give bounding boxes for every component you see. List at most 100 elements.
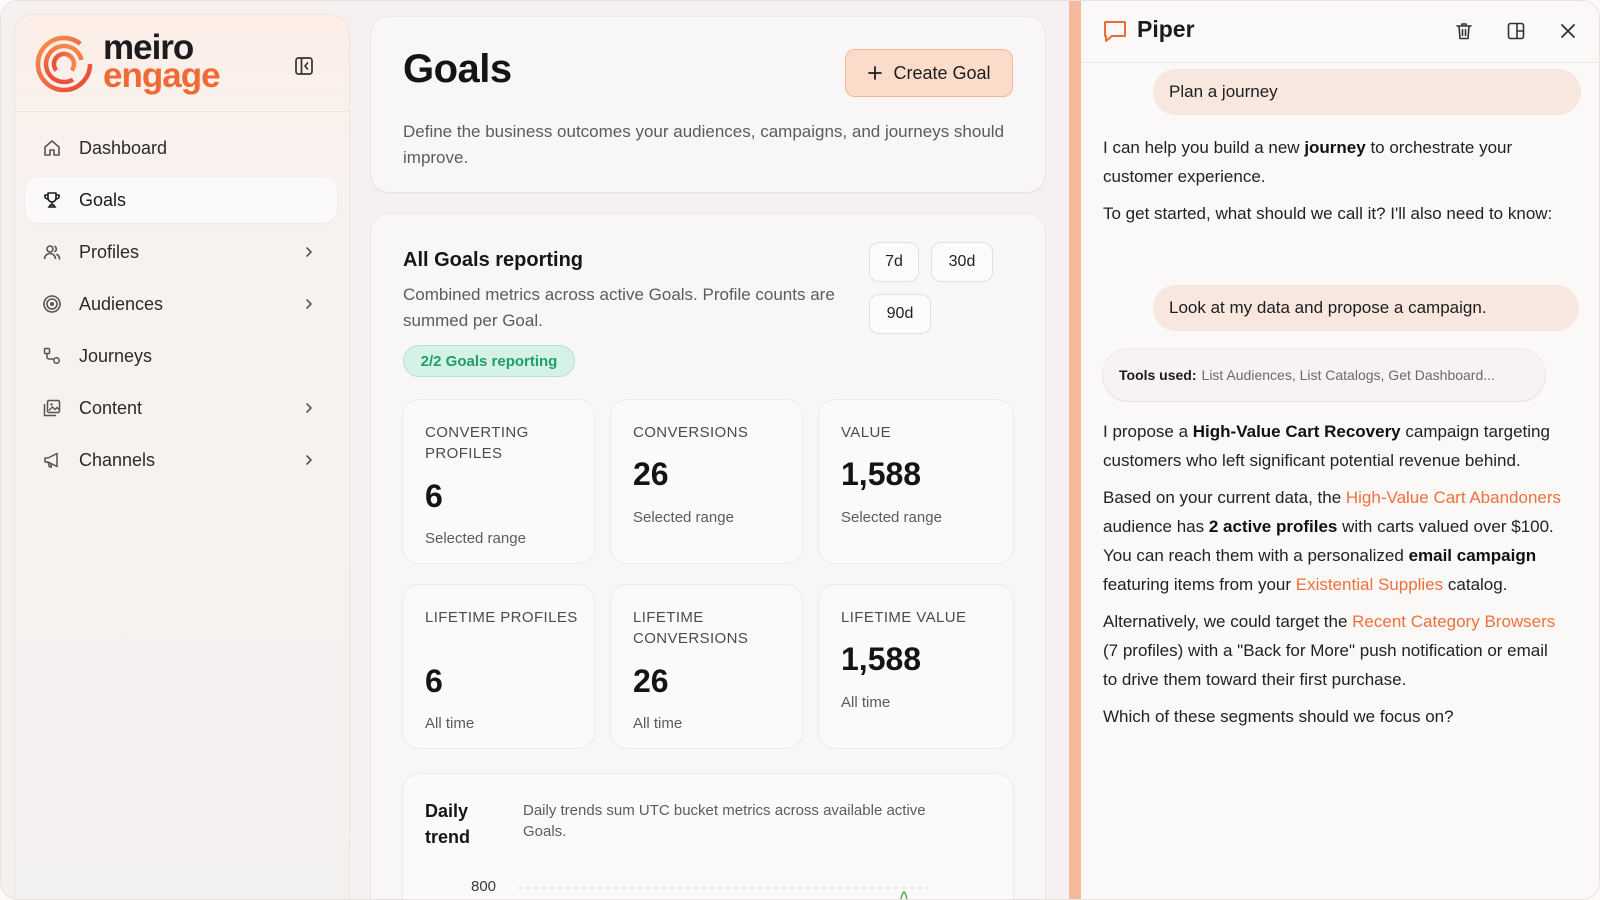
metric-subtitle: All time	[841, 694, 891, 711]
metric-conversions: CONVERSIONS 26 Selected range	[611, 400, 802, 563]
chevron-right-icon	[299, 242, 319, 262]
piper-title: Piper	[1137, 16, 1195, 42]
metric-label: LIFETIME CONVERSIONS	[633, 609, 749, 647]
create-goal-label: Create Goal	[893, 62, 991, 83]
trend-title: Daily trend	[425, 801, 470, 847]
panel-layout-icon	[1507, 22, 1525, 40]
target-icon	[41, 293, 63, 315]
user-message: Plan a journey	[1153, 69, 1581, 115]
sidebar-nav: Dashboard Goals Profiles Audiences Journ…	[25, 125, 337, 489]
sidebar-item-journeys[interactable]: Journeys	[25, 333, 337, 379]
sidebar: meiro engage Dashboard Goals Profiles Au…	[15, 15, 349, 899]
dock-panel-button[interactable]	[1503, 18, 1529, 44]
metric-label: LIFETIME PROFILES	[425, 609, 578, 626]
page-title: Goals	[403, 47, 512, 91]
metric-converting-profiles: CONVERTING PROFILES 6 Selected range	[403, 400, 594, 563]
panel-resize-handle[interactable]	[1069, 1, 1081, 899]
sidebar-item-label: Content	[79, 397, 143, 418]
assistant-paragraph: I can help you build a new journey to or…	[1103, 138, 1513, 186]
clear-chat-button[interactable]	[1451, 18, 1477, 44]
chat-thread: Plan a journey I can help you build a ne…	[1081, 63, 1599, 899]
metric-subtitle: All time	[633, 715, 683, 732]
metric-value: 1,588	[841, 641, 922, 677]
page-description: Define the business outcomes your audien…	[403, 122, 1005, 167]
metric-value: 26	[633, 456, 669, 492]
trophy-icon	[41, 189, 63, 211]
close-panel-button[interactable]	[1555, 18, 1581, 44]
metric-value: 26	[633, 663, 669, 699]
sidebar-item-label: Dashboard	[79, 137, 168, 158]
metric-lifetime-profiles: LIFETIME PROFILES 6 All time	[403, 585, 594, 748]
metric-lifetime-value: LIFETIME VALUE 1,588 All time	[819, 585, 1013, 748]
goals-reporting-badge: 2/2 Goals reporting	[403, 345, 575, 377]
metric-subtitle: Selected range	[633, 509, 734, 526]
report-description: Combined metrics across active Goals. Pr…	[403, 285, 835, 330]
chevron-right-icon	[299, 398, 319, 418]
assistant-paragraph: Alternatively, we could target the Recen…	[1103, 612, 1556, 689]
audience-link-high-value-cart-abandoners[interactable]: High-Value Cart Abandoners	[1346, 488, 1561, 507]
tools-used-label: Tools used:	[1119, 367, 1197, 383]
sidebar-item-dashboard[interactable]: Dashboard	[25, 125, 337, 171]
range-90d-button[interactable]: 90d	[869, 294, 931, 334]
images-icon	[41, 397, 63, 419]
trend-chart	[518, 887, 928, 899]
sidebar-collapse-icon	[295, 57, 313, 75]
metric-subtitle: Selected range	[841, 509, 942, 526]
tools-used-pill[interactable]: Tools used: List Audiences, List Catalog…	[1103, 349, 1545, 401]
route-icon	[41, 345, 63, 367]
trend-description: Daily trends sum UTC bucket metrics acro…	[523, 802, 926, 840]
assistant-paragraph: To get started, what should we call it? …	[1103, 204, 1553, 223]
sidebar-item-profiles[interactable]: Profiles	[25, 229, 337, 275]
metric-label: LIFETIME VALUE	[841, 609, 967, 626]
collapse-sidebar-button[interactable]	[291, 53, 317, 79]
sidebar-item-content[interactable]: Content	[25, 385, 337, 431]
sidebar-item-channels[interactable]: Channels	[25, 437, 337, 483]
create-goal-button[interactable]: Create Goal	[845, 49, 1013, 97]
metric-value: 6	[425, 478, 443, 514]
goals-reporting-card: All Goals reporting Combined metrics acr…	[371, 214, 1045, 899]
meiro-logo-icon	[35, 35, 93, 93]
app-window: meiro engage Dashboard Goals Profiles Au…	[0, 0, 1600, 900]
range-7d-button[interactable]: 7d	[869, 242, 919, 282]
daily-trend-card: Daily trend Daily trends sum UTC bucket …	[403, 774, 1013, 899]
chat-bubble-icon	[1104, 21, 1126, 42]
assistant-paragraph: Which of these segments should we focus …	[1103, 707, 1454, 726]
brand-word-engage: engage	[103, 56, 221, 95]
piper-assistant-panel: Piper Plan a journey I can help you buil…	[1081, 1, 1599, 899]
sidebar-divider	[15, 111, 349, 112]
brand-logo: meiro engage	[35, 30, 235, 97]
report-title: All Goals reporting	[403, 249, 584, 271]
metric-value-total: VALUE 1,588 Selected range	[819, 400, 1013, 563]
sidebar-item-label: Profiles	[79, 241, 140, 262]
sidebar-item-label: Audiences	[79, 293, 164, 314]
assistant-paragraph: I propose a High-Value Cart Recovery cam…	[1103, 422, 1550, 470]
metric-value: 1,588	[841, 456, 922, 492]
sidebar-item-audiences[interactable]: Audiences	[25, 281, 337, 327]
sidebar-item-label: Journeys	[79, 345, 153, 366]
trash-icon	[1456, 23, 1472, 40]
assistant-paragraph: Based on your current data, the High-Val…	[1103, 488, 1562, 594]
users-icon	[41, 241, 63, 263]
metric-label: CONVERSIONS	[633, 424, 749, 441]
chevron-right-icon	[299, 450, 319, 470]
metric-label: CONVERTING PROFILES	[425, 424, 529, 462]
metric-subtitle: Selected range	[425, 530, 526, 547]
catalog-link-existential-supplies[interactable]: Existential Supplies	[1296, 575, 1443, 594]
assistant-message: I propose a High-Value Cart Recovery cam…	[1103, 417, 1563, 731]
metric-value: 6	[425, 663, 443, 699]
tools-used-list: List Audiences, List Catalogs, Get Dashb…	[1201, 367, 1495, 383]
home-icon	[41, 137, 63, 159]
trend-series-line	[900, 891, 908, 899]
piper-header: Piper	[1081, 1, 1599, 63]
trend-y-tick: 800	[471, 878, 497, 895]
sidebar-item-label: Goals	[79, 189, 127, 210]
megaphone-icon	[41, 449, 63, 471]
plus-icon	[868, 66, 883, 80]
sidebar-item-goals[interactable]: Goals	[25, 177, 337, 223]
range-30d-button[interactable]: 30d	[931, 242, 993, 282]
metric-subtitle: All time	[425, 715, 475, 732]
sidebar-item-label: Channels	[79, 449, 156, 470]
metric-lifetime-conversions: LIFETIME CONVERSIONS 26 All time	[611, 585, 802, 748]
audience-link-recent-category-browsers[interactable]: Recent Category Browsers	[1352, 612, 1555, 631]
metric-label: VALUE	[841, 424, 892, 441]
